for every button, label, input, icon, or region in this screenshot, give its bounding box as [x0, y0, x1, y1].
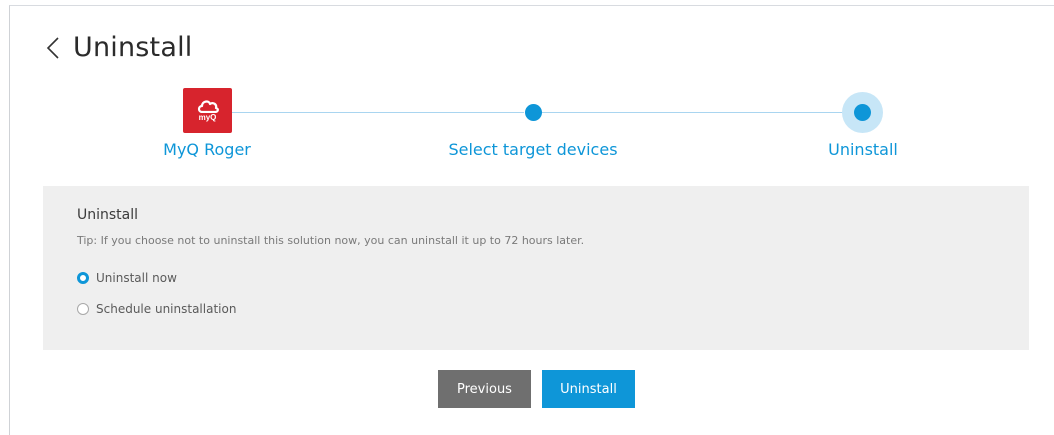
uninstall-button[interactable]: Uninstall	[542, 370, 635, 408]
progress-stepper: myQ MyQ Roger Select target devices Unin…	[10, 86, 1054, 176]
step-2-indicator	[525, 104, 542, 121]
step-connector	[232, 112, 524, 113]
myq-logo-text: myQ	[198, 113, 217, 122]
step-1-label: MyQ Roger	[163, 140, 251, 159]
schedule-uninstall-option[interactable]: Schedule uninstallation	[77, 302, 236, 316]
panel-title: Uninstall	[77, 207, 139, 223]
page-title: Uninstall	[73, 32, 193, 63]
uninstall-wizard: Uninstall myQ MyQ Roger Select target de…	[9, 5, 1054, 435]
uninstall-now-option[interactable]: Uninstall now	[77, 271, 177, 285]
step-2-label: Select target devices	[448, 140, 618, 159]
schedule-uninstall-label: Schedule uninstallation	[96, 302, 237, 316]
uninstall-options-panel: Uninstall Tip: If you choose not to unin…	[43, 186, 1029, 350]
uninstall-now-label: Uninstall now	[96, 271, 177, 285]
back-button[interactable]	[40, 33, 66, 63]
panel-tip: Tip: If you choose not to uninstall this…	[77, 234, 585, 247]
step-3-label: Uninstall	[828, 140, 898, 159]
cloud-icon	[197, 100, 219, 113]
step-connector	[541, 112, 845, 113]
step-3-indicator	[854, 104, 871, 121]
radio-unselected-icon[interactable]	[77, 303, 89, 315]
myq-app-logo: myQ	[183, 88, 232, 133]
chevron-left-icon	[46, 36, 59, 59]
previous-button[interactable]: Previous	[438, 370, 531, 408]
radio-selected-icon[interactable]	[77, 272, 89, 284]
page-header: Uninstall	[40, 32, 193, 63]
